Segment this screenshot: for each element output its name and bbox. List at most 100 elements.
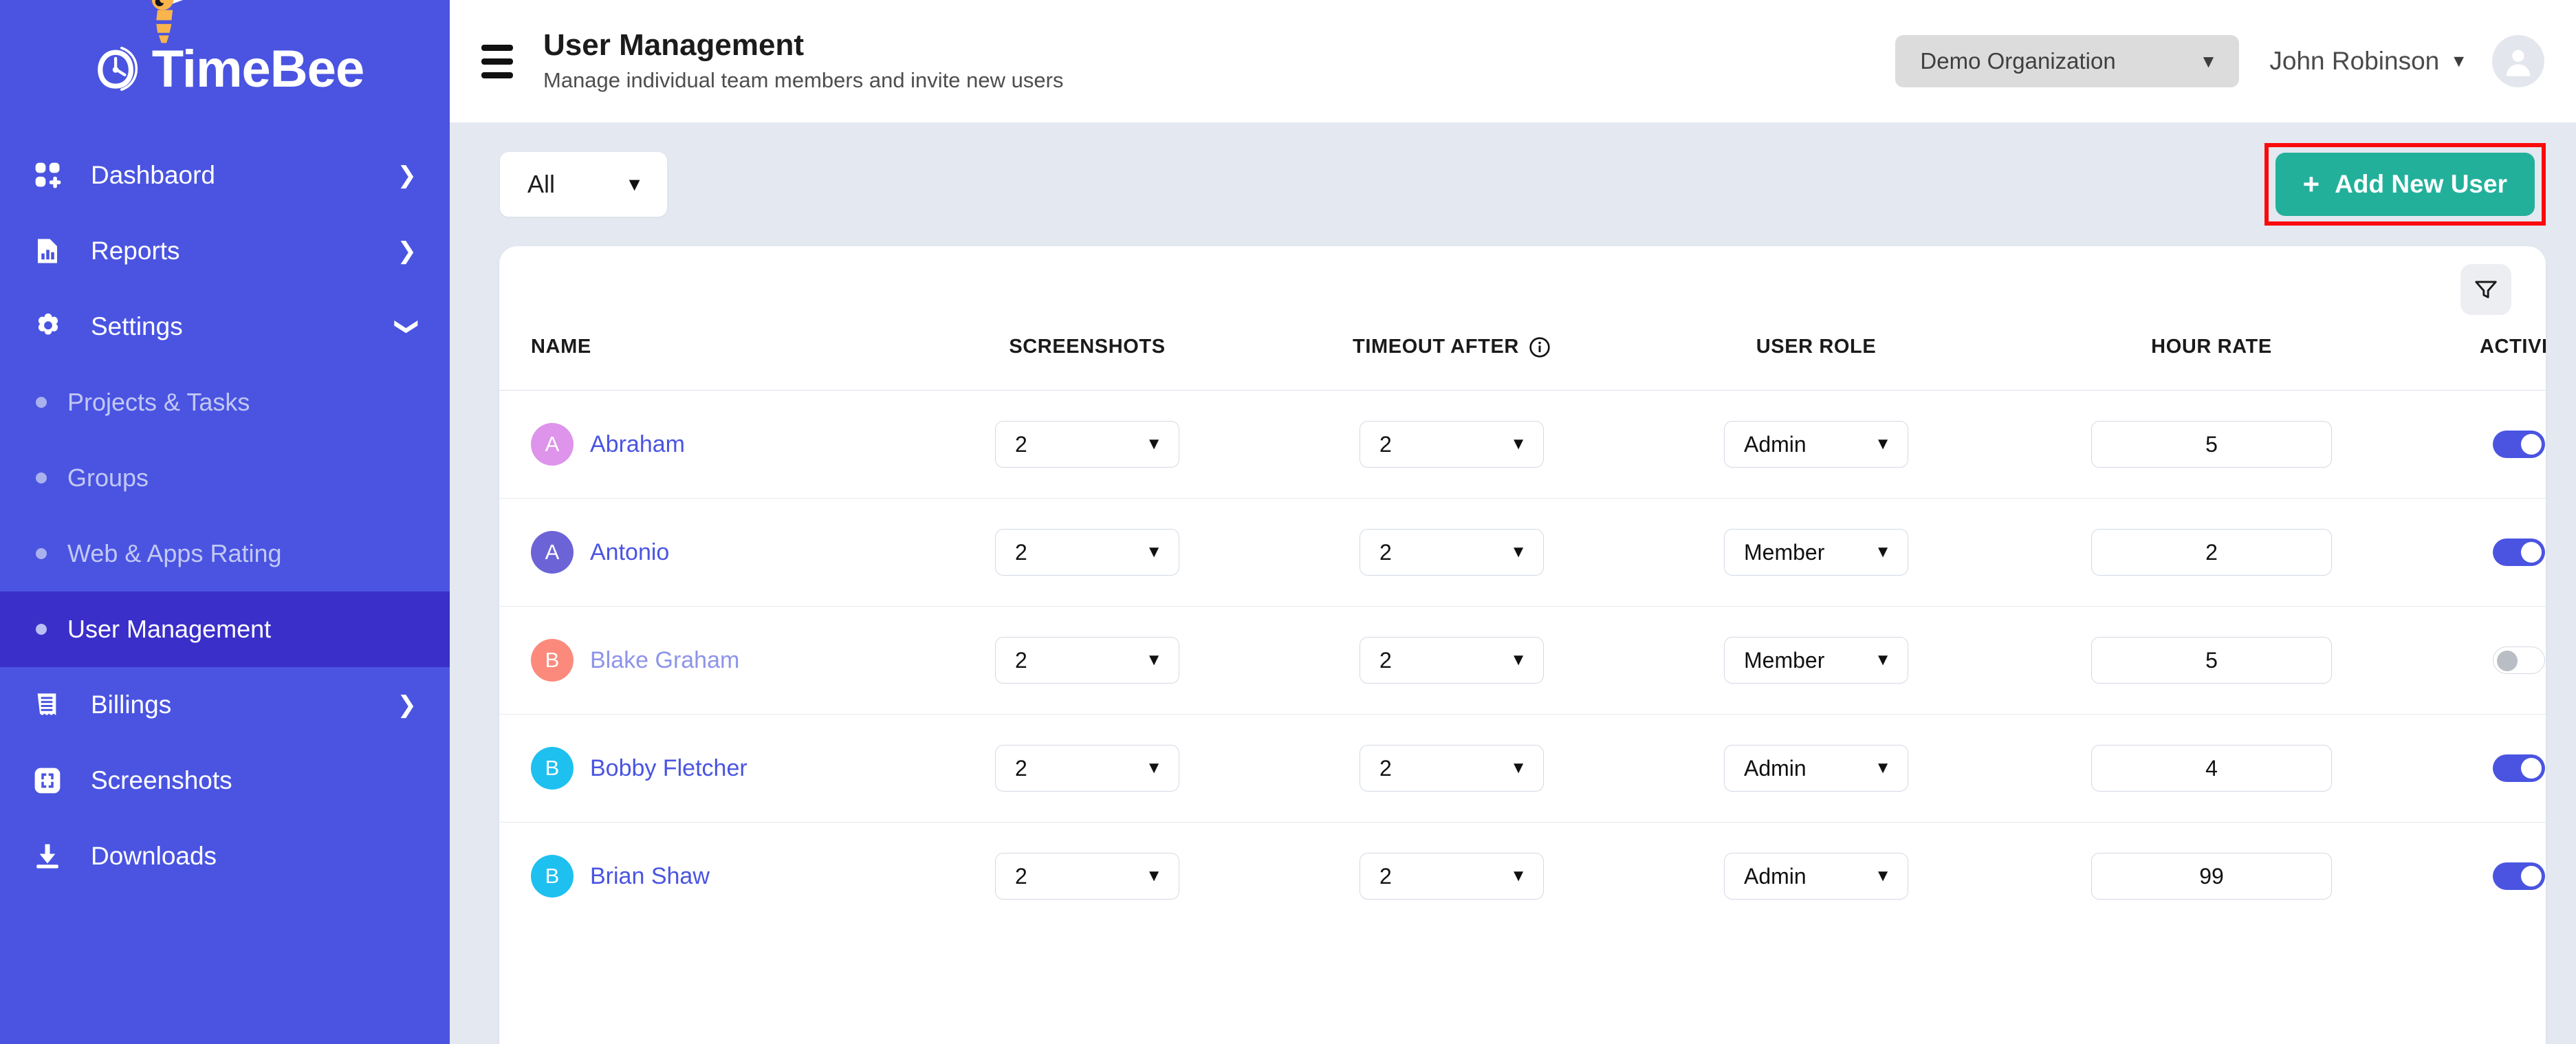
sidebar-item-projects-tasks[interactable]: Projects & Tasks [0, 365, 450, 440]
cell-active [2425, 606, 2546, 715]
sidebar-nav: Dashbaord ❯ Reports ❯ Settings ❯ Project… [0, 138, 450, 894]
user-name-link[interactable]: Brian Shaw [590, 863, 710, 890]
grid-dashboard-icon [33, 160, 72, 191]
brand-logo[interactable]: TimeBee [0, 0, 450, 138]
hour-rate-input[interactable]: 2 [2091, 529, 2332, 576]
sidebar-item-user-management[interactable]: User Management [0, 591, 450, 667]
user-role-select[interactable]: Admin ▼ [1724, 421, 1908, 468]
chevron-down-icon: ▼ [1510, 867, 1527, 886]
filter-all-select[interactable]: All ▼ [499, 151, 668, 217]
sidebar-item-settings[interactable]: Settings ❯ [0, 289, 450, 365]
user-menu[interactable]: John Robinson ▼ [2269, 35, 2544, 87]
avatar: A [531, 531, 574, 574]
user-role-value: Member [1744, 539, 1825, 565]
timeout-select[interactable]: 2 ▼ [1360, 529, 1544, 576]
screenshots-select[interactable]: 2 ▼ [995, 637, 1179, 684]
avatar: A [531, 423, 574, 466]
timeout-select[interactable]: 2 ▼ [1360, 637, 1544, 684]
user-role-value: Admin [1744, 863, 1807, 889]
info-circle-icon[interactable] [1529, 336, 1551, 358]
user-role-select[interactable]: Admin ▼ [1724, 853, 1908, 900]
bullet-dot-icon [36, 397, 47, 408]
main-area: User Management Manage individual team m… [450, 0, 2576, 1044]
table-row: A Antonio 2 ▼ 2 ▼ Member ▼ 2 [499, 498, 2546, 607]
gear-icon [33, 312, 72, 342]
user-role-value: Admin [1744, 755, 1807, 781]
top-header: User Management Manage individual team m… [450, 0, 2576, 122]
hour-rate-input[interactable]: 5 [2091, 421, 2332, 468]
screenshots-select[interactable]: 2 ▼ [995, 853, 1179, 900]
sidebar-item-web-apps-rating[interactable]: Web & Apps Rating [0, 516, 450, 591]
sidebar-item-reports[interactable]: Reports ❯ [0, 213, 450, 289]
receipt-icon [33, 690, 72, 720]
cell-timeout: 2 ▼ [1269, 498, 1634, 607]
sidebar-item-billings[interactable]: Billings ❯ [0, 667, 450, 743]
chevron-down-icon: ▼ [1146, 543, 1162, 561]
timeout-select[interactable]: 2 ▼ [1360, 421, 1544, 468]
hour-rate-input[interactable]: 5 [2091, 637, 2332, 684]
chevron-down-icon: ▼ [1875, 543, 1891, 561]
active-toggle[interactable] [2493, 431, 2545, 458]
user-role-select[interactable]: Member ▼ [1724, 529, 1908, 576]
sidebar-item-downloads[interactable]: Downloads [0, 818, 450, 894]
users-table-card: NAME SCREENSHOTS TIMEOUT AFTER USER ROLE… [499, 246, 2546, 1044]
screenshot-frame-icon [33, 766, 72, 795]
chevron-down-icon: ▼ [1146, 435, 1162, 453]
add-new-user-button[interactable]: + Add New User [2275, 153, 2535, 216]
report-chart-icon [33, 236, 72, 266]
filter-all-value: All [527, 170, 556, 198]
active-toggle[interactable] [2493, 754, 2545, 782]
cell-name: B Bobby Fletcher [499, 714, 905, 823]
column-header-screenshots: SCREENSHOTS [905, 318, 1269, 391]
active-toggle[interactable] [2493, 646, 2545, 674]
chevron-down-icon: ▼ [1875, 867, 1891, 886]
plus-icon: + [2302, 168, 2320, 200]
sidebar-item-label: Reports [91, 237, 180, 265]
timeout-value: 2 [1379, 431, 1392, 457]
timeout-select[interactable]: 2 ▼ [1360, 745, 1544, 792]
screenshots-select[interactable]: 2 ▼ [995, 529, 1179, 576]
user-role-select[interactable]: Member ▼ [1724, 637, 1908, 684]
timeout-select[interactable]: 2 ▼ [1360, 853, 1544, 900]
active-toggle[interactable] [2493, 862, 2545, 891]
screenshots-select[interactable]: 2 ▼ [995, 745, 1179, 792]
hour-rate-input[interactable]: 4 [2091, 745, 2332, 792]
sidebar-item-groups[interactable]: Groups [0, 440, 450, 516]
hamburger-menu-icon[interactable] [481, 44, 519, 78]
funnel-filter-icon[interactable] [2460, 264, 2511, 315]
sidebar-subitem-label: Projects & Tasks [67, 388, 250, 416]
cell-screenshots: 2 ▼ [905, 823, 1269, 931]
screenshots-select[interactable]: 2 ▼ [995, 421, 1179, 468]
add-new-user-highlight: + Add New User [2264, 143, 2546, 226]
table-header: NAME SCREENSHOTS TIMEOUT AFTER USER ROLE… [499, 318, 2546, 391]
user-name-link[interactable]: Antonio [590, 539, 669, 566]
timeout-value: 2 [1379, 647, 1392, 673]
cell-timeout: 2 ▼ [1269, 823, 1634, 931]
active-toggle[interactable] [2493, 539, 2545, 566]
cell-user-role: Member ▼ [1634, 606, 1998, 715]
user-name-link[interactable]: Blake Graham [590, 647, 739, 674]
table-header-row: NAME SCREENSHOTS TIMEOUT AFTER USER ROLE… [499, 318, 2546, 391]
cell-user-role: Admin ▼ [1634, 823, 1998, 931]
cell-user-role: Member ▼ [1634, 498, 1998, 607]
cell-active [2425, 823, 2546, 931]
table-row: B Blake Graham 2 ▼ 2 ▼ Member ▼ 5 [499, 606, 2546, 715]
user-role-select[interactable]: Admin ▼ [1724, 745, 1908, 792]
sidebar-item-screenshots[interactable]: Screenshots [0, 743, 450, 818]
user-name-link[interactable]: Bobby Fletcher [590, 755, 747, 782]
hour-rate-input[interactable]: 99 [2091, 853, 2332, 900]
sidebar-item-dashboard[interactable]: Dashbaord ❯ [0, 138, 450, 213]
cell-screenshots: 2 ▼ [905, 606, 1269, 715]
chevron-right-icon: ❯ [397, 162, 417, 188]
table-body: A Abraham 2 ▼ 2 ▼ Admin ▼ 5 A Antonio 2 ▼ 2 ▼ Member ▼ 2 B… [499, 390, 2546, 931]
cell-screenshots: 2 ▼ [905, 714, 1269, 823]
users-table: NAME SCREENSHOTS TIMEOUT AFTER USER ROLE… [499, 318, 2546, 931]
chevron-down-icon: ▼ [1146, 867, 1162, 886]
screenshots-value: 2 [1015, 863, 1027, 889]
chevron-down-icon: ❯ [393, 316, 420, 337]
table-row: B Bobby Fletcher 2 ▼ 2 ▼ Admin ▼ 4 [499, 714, 2546, 823]
user-role-value: Admin [1744, 431, 1807, 457]
organization-select[interactable]: Demo Organization ▼ [1895, 35, 2240, 87]
chevron-down-icon: ▼ [1875, 651, 1891, 669]
user-name-link[interactable]: Abraham [590, 431, 685, 458]
